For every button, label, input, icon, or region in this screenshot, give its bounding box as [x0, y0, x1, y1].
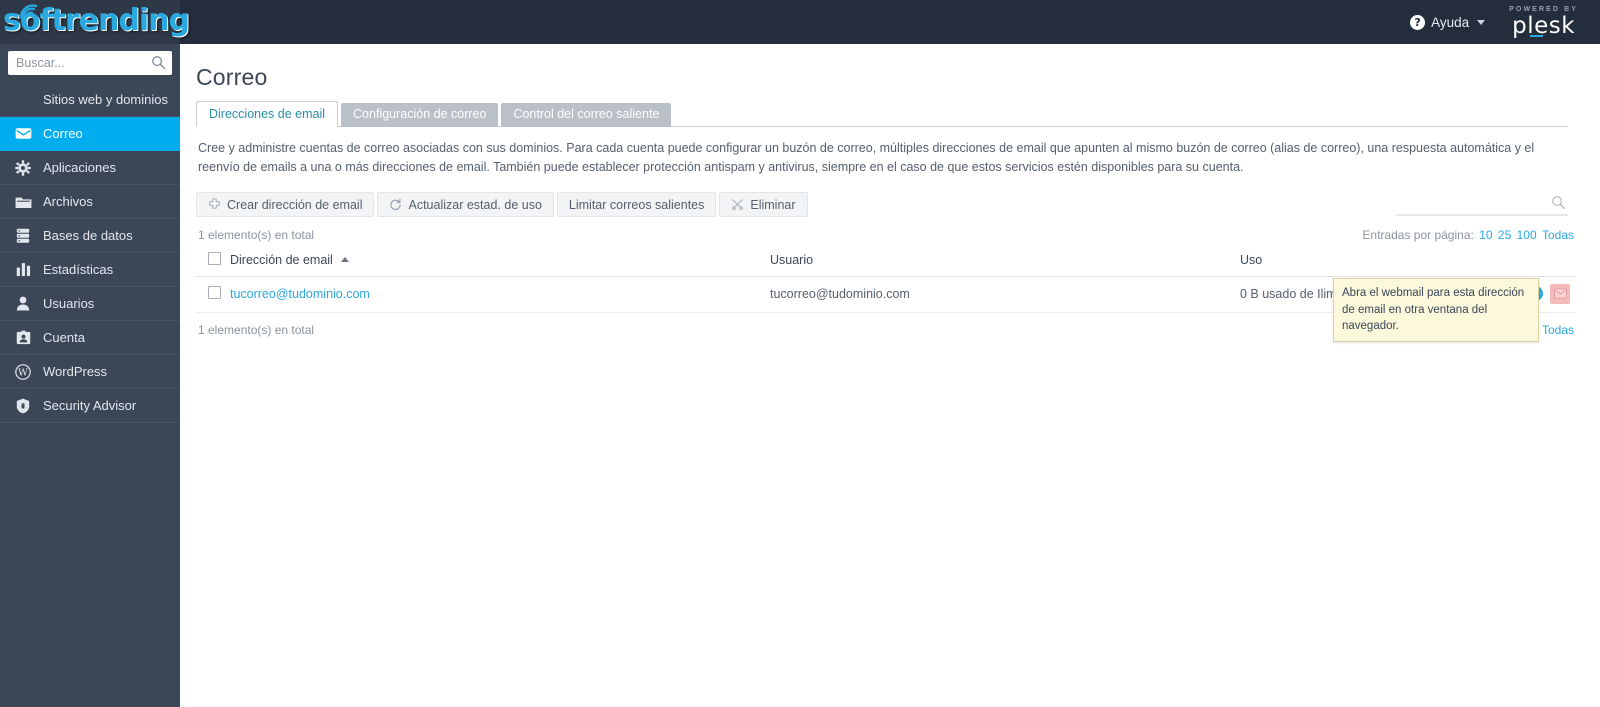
total-items-bottom: 1 elemento(s) en total — [198, 322, 315, 337]
webmail-icon[interactable] — [1550, 283, 1570, 304]
select-all-header — [196, 247, 230, 277]
svg-text:W: W — [18, 367, 28, 378]
select-all-checkbox[interactable] — [208, 251, 221, 265]
sidebar-search-wrap — [0, 44, 180, 83]
list-search-input[interactable] — [1396, 191, 1568, 214]
plesk-app-window: softrending ? Ayuda POWERED BY plesk ? — [0, 0, 1600, 707]
id-card-icon — [12, 329, 34, 347]
sidebar-item-aplicaciones[interactable]: Aplicaciones — [0, 151, 180, 185]
tab-control-del-correo-saliente[interactable]: Control del correo saliente — [501, 103, 672, 127]
entries-per-page-10[interactable]: 10 — [1479, 228, 1492, 242]
globe-icon — [12, 91, 34, 109]
sidebar-item-correo[interactable]: Correo — [0, 117, 180, 151]
plesk-underline-accent — [1530, 34, 1544, 37]
sidebar-item-security-advisor[interactable]: Security Advisor — [0, 389, 180, 423]
plesk-brand-name-text: plesk — [1512, 13, 1576, 39]
row-select-cell — [196, 276, 230, 313]
sidebar-item-label: Correo — [43, 126, 83, 141]
bar-chart-icon — [12, 261, 34, 279]
entries-per-page-25[interactable]: 25 — [1498, 228, 1511, 242]
email-address-link[interactable]: tucorreo@tudominio.com — [230, 287, 370, 301]
sidebar-item-label: Bases de datos — [43, 228, 133, 243]
row-address-cell: tucorreo@tudominio.com — [230, 276, 770, 313]
toolbar-button-label: Eliminar — [750, 197, 796, 212]
chevron-down-icon — [1477, 19, 1486, 25]
column-header-user-label: Usuario — [770, 252, 814, 267]
sidebar-item-label: Usuarios — [43, 296, 95, 311]
sidebar-item-archivos[interactable]: Archivos — [0, 185, 180, 219]
column-header-usage[interactable]: Uso — [1240, 247, 1520, 277]
wordpress-icon: W — [12, 363, 34, 381]
total-items-top: 1 elemento(s) en total — [198, 227, 315, 242]
sidebar: Sitios web y dominios Correo — [0, 44, 180, 707]
refresh-usage-stats-button[interactable]: Actualizar estad. de uso — [377, 192, 554, 218]
top-bar: softrending ? Ayuda POWERED BY plesk — [0, 0, 1600, 44]
entries-per-page-top: Entradas por página: 10 25 100 Todas — [1362, 228, 1574, 242]
column-header-actions — [1520, 247, 1576, 277]
sidebar-item-cuenta[interactable]: Cuenta — [0, 321, 180, 355]
sidebar-item-label: Aplicaciones — [43, 160, 116, 175]
column-header-user[interactable]: Usuario — [770, 247, 1240, 277]
entries-per-page-todas[interactable]: Todas — [1542, 228, 1574, 242]
tab-bar: Direcciones de email Configuración de co… — [196, 101, 1576, 127]
envelope-icon — [12, 125, 34, 143]
question-circle-icon: ? — [1410, 14, 1426, 30]
toolbar-button-label: Crear dirección de email — [227, 197, 363, 212]
plesk-powered-by-label: POWERED BY — [1509, 6, 1578, 13]
brand-logo[interactable]: softrending — [0, 0, 190, 44]
brand-logo-text: softrending — [3, 3, 190, 38]
search-input[interactable] — [8, 51, 172, 75]
table-header-row: Dirección de email Usuario Uso — [196, 247, 1576, 277]
column-header-address-label: Dirección de email — [230, 252, 333, 267]
sidebar-item-label: Archivos — [43, 194, 93, 209]
shield-icon — [12, 397, 34, 415]
database-icon — [12, 227, 34, 245]
plus-icon — [209, 198, 220, 209]
main-content: Correo Direcciones de email Configuració… — [180, 44, 1600, 707]
folder-icon — [12, 193, 34, 211]
entries-per-page-todas[interactable]: Todas — [1542, 323, 1574, 337]
entries-per-page-100[interactable]: 100 — [1517, 228, 1537, 242]
column-header-address[interactable]: Dirección de email — [230, 247, 770, 277]
sidebar-search-box[interactable] — [8, 51, 172, 75]
column-header-usage-label: Uso — [1240, 252, 1263, 267]
entries-per-page-label: Entradas por página: — [1362, 227, 1474, 242]
sidebar-item-wordpress[interactable]: W WordPress — [0, 355, 180, 389]
list-header-row: 1 elemento(s) en total Entradas por pági… — [198, 228, 1574, 242]
sidebar-item-usuarios[interactable]: Usuarios — [0, 287, 180, 321]
toolbar: Crear dirección de email Actualizar esta… — [196, 191, 1576, 218]
page-title: Correo — [196, 64, 268, 90]
refresh-icon — [390, 198, 402, 211]
row-checkbox[interactable] — [208, 285, 221, 299]
webmail-tooltip: Abra el webmail para esta dirección de e… — [1333, 278, 1539, 343]
tab-configuracion-de-correo[interactable]: Configuración de correo — [341, 103, 499, 127]
tab-direcciones-de-email[interactable]: Direcciones de email — [196, 101, 339, 127]
delete-button[interactable]: Eliminar — [719, 192, 808, 218]
sidebar-item-estadisticas[interactable]: Estadísticas — [0, 253, 180, 287]
help-menu[interactable]: ? Ayuda — [1410, 14, 1486, 30]
sidebar-item-label: Cuenta — [43, 330, 85, 345]
list-search-box[interactable] — [1396, 191, 1568, 216]
remove-icon — [732, 199, 744, 211]
limit-outgoing-mail-button[interactable]: Limitar correos salientes — [556, 192, 717, 218]
sidebar-item-label: Sitios web y dominios — [43, 92, 168, 107]
sidebar-item-label: Security Advisor — [43, 398, 137, 413]
user-icon — [12, 295, 34, 313]
sidebar-item-bases-de-datos[interactable]: Bases de datos — [0, 219, 180, 253]
gear-icon — [12, 159, 34, 177]
sidebar-item-sitios-web-y-dominios[interactable]: Sitios web y dominios — [0, 83, 180, 117]
sidebar-item-label: WordPress — [43, 364, 108, 379]
sort-asc-icon — [341, 256, 350, 262]
help-menu-label: Ayuda — [1431, 14, 1470, 30]
plesk-brand: POWERED BY plesk — [1509, 6, 1578, 38]
page-description: Cree y administre cuentas de correo asoc… — [198, 141, 1535, 175]
row-user-cell: tucorreo@tudominio.com — [770, 276, 1240, 313]
plesk-brand-name: plesk — [1509, 15, 1578, 38]
toolbar-button-label: Actualizar estad. de uso — [408, 197, 542, 212]
toolbar-button-label: Limitar correos salientes — [568, 197, 705, 212]
create-email-address-button[interactable]: Crear dirección de email — [196, 192, 375, 218]
sidebar-item-label: Estadísticas — [43, 262, 114, 277]
